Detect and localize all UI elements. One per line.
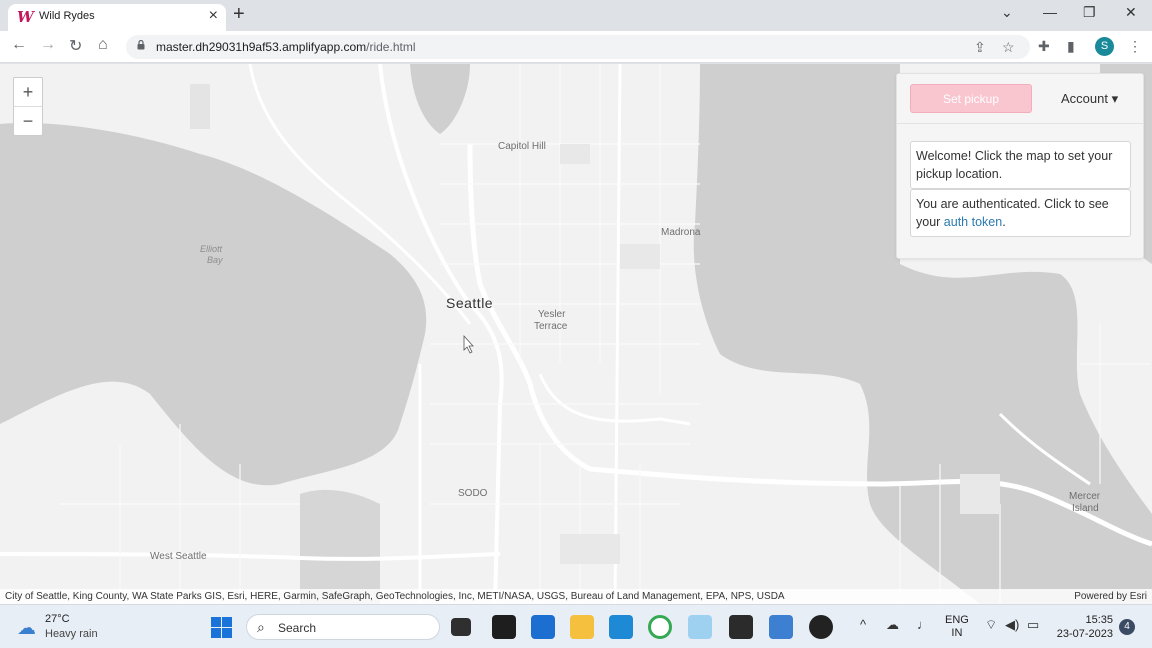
menu-dots-icon[interactable]: ⋮ — [1128, 38, 1142, 55]
close-window-icon[interactable]: ✕ — [1125, 4, 1137, 21]
auth-token-link[interactable]: auth token — [944, 215, 1002, 229]
powered-by-esri-link[interactable]: Powered by Esri — [1074, 591, 1147, 602]
panel-header: Set pickup Account ▾ — [897, 74, 1143, 124]
label-mercer-1: Mercer — [1069, 491, 1101, 502]
label-capitol-hill: Capitol Hill — [498, 141, 546, 152]
home-icon[interactable]: ⌂ — [98, 36, 108, 54]
show-hidden-icons-icon[interactable]: ^ — [860, 617, 866, 632]
share-icon[interactable]: ⇪ — [974, 39, 986, 56]
label-sodo: SODO — [458, 488, 488, 499]
mail-icon[interactable] — [531, 615, 555, 639]
windows-start-icon[interactable] — [211, 617, 232, 638]
wild-rydes-favicon-icon: W — [17, 8, 34, 26]
browser-toolbar: ← → ↻ ⌂ master.dh29031h9af53.amplifyapp.… — [0, 31, 1152, 63]
wifi-icon[interactable]: ⌔ — [985, 617, 997, 633]
restore-icon[interactable]: ❐ — [1083, 4, 1096, 21]
intellij-icon[interactable] — [492, 615, 516, 639]
notepad-icon[interactable] — [769, 615, 793, 639]
onedrive-icon[interactable]: ☁ — [886, 617, 899, 633]
file-explorer-icon[interactable] — [570, 615, 594, 639]
vscode-icon[interactable] — [609, 615, 633, 639]
zoom-out-button[interactable]: − — [14, 107, 42, 136]
git-icon[interactable] — [688, 615, 712, 639]
windows-taskbar: ☁ 27°C Heavy rain ⌕ Search ^ ☁ ♩ ENG IN ⌔… — [0, 604, 1152, 648]
label-elliott-bay-2: Bay — [207, 255, 223, 265]
new-tab-icon[interactable]: + — [233, 3, 245, 26]
microphone-icon[interactable]: ♩ — [917, 617, 930, 632]
weather-description[interactable]: Heavy rain — [45, 628, 98, 640]
label-mercer-2: Island — [1072, 503, 1099, 514]
label-seattle: Seattle — [446, 295, 494, 311]
account-dropdown[interactable]: Account ▾ — [1061, 91, 1118, 107]
search-label: Search — [278, 621, 317, 635]
zoom-control: + − — [13, 77, 43, 136]
minimize-icon[interactable]: — — [1043, 4, 1057, 20]
search-icon: ⌕ — [257, 619, 265, 635]
label-west-seattle: West Seattle — [150, 551, 207, 562]
screen: W Wild Rydes × + ⌄ — ❐ ✕ ← → ↻ ⌂ master.… — [0, 0, 1152, 648]
attribution-text: City of Seattle, King County, WA State P… — [5, 591, 785, 602]
url-text: master.dh29031h9af53.amplifyapp.com/ride… — [156, 40, 416, 54]
back-icon[interactable]: ← — [11, 36, 27, 54]
zoom-in-button[interactable]: + — [14, 78, 42, 107]
volume-icon[interactable]: ◀) — [1005, 617, 1019, 633]
map-attribution: City of Seattle, King County, WA State P… — [0, 589, 1152, 604]
weather-rain-icon[interactable]: ☁ — [17, 617, 36, 640]
label-yesler-1: Yesler — [538, 309, 566, 320]
tab-strip: W Wild Rydes × + ⌄ — ❐ ✕ — [0, 0, 1152, 31]
tab-search-chevron-icon[interactable]: ⌄ — [1001, 4, 1013, 21]
auth-message: You are authenticated. Click to see your… — [910, 189, 1131, 237]
language-indicator[interactable]: ENG IN — [945, 614, 969, 640]
chrome-icon[interactable] — [648, 615, 672, 639]
weather-temperature[interactable]: 27°C — [45, 613, 70, 625]
profile-avatar[interactable]: S — [1095, 37, 1114, 56]
taskbar-clock[interactable]: 15:35 23-07-2023 — [1052, 613, 1113, 641]
notifications-badge[interactable]: 4 — [1119, 619, 1135, 635]
extensions-icon[interactable]: ✚ — [1038, 38, 1050, 55]
terminal-icon[interactable] — [729, 615, 753, 639]
taskbar-search[interactable]: ⌕ Search — [246, 614, 440, 640]
task-view-icon[interactable] — [451, 618, 471, 636]
bookmark-star-icon[interactable]: ☆ — [1002, 39, 1015, 56]
obs-icon[interactable] — [809, 615, 833, 639]
reload-icon[interactable]: ↻ — [69, 36, 82, 56]
side-panel-icon[interactable]: ▮ — [1067, 38, 1075, 55]
lock-icon — [137, 40, 145, 50]
battery-icon[interactable]: ▭ — [1027, 617, 1039, 633]
tab-title: Wild Rydes — [39, 10, 95, 22]
set-pickup-button[interactable]: Set pickup — [910, 84, 1032, 113]
tab-close-icon[interactable]: × — [209, 7, 218, 25]
forward-icon[interactable]: → — [40, 36, 56, 54]
ride-panel: Set pickup Account ▾ Welcome! Click the … — [896, 73, 1144, 259]
tab-wild-rydes[interactable]: W Wild Rydes × — [8, 4, 226, 31]
label-madrona: Madrona — [661, 227, 701, 238]
label-yesler-2: Terrace — [534, 321, 568, 332]
address-bar[interactable]: master.dh29031h9af53.amplifyapp.com/ride… — [126, 35, 1030, 59]
welcome-message: Welcome! Click the map to set your picku… — [910, 141, 1131, 189]
mouse-cursor-icon — [463, 334, 474, 354]
